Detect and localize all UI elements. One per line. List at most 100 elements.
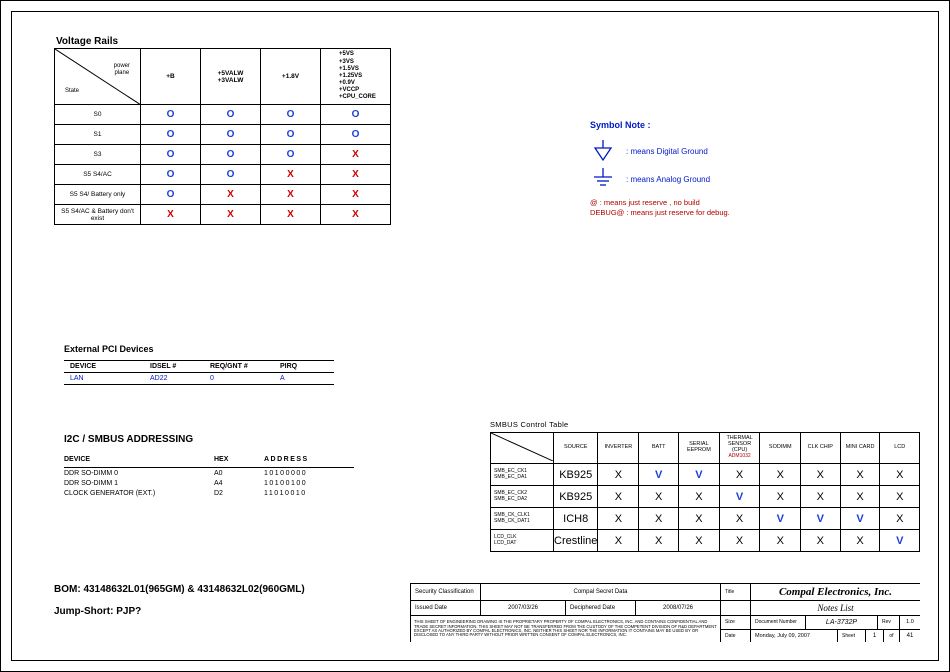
smbus-source: ICH8 bbox=[554, 508, 598, 530]
smbus-h-eeprom: SERIAL EEPROM bbox=[679, 433, 720, 464]
vr-cell: O bbox=[321, 125, 391, 145]
analog-ground-text: : means Analog Ground bbox=[626, 175, 710, 184]
smbus-row: SMB_CK_CLK1SMB_CK_DAT1ICH8XXXXVVVX bbox=[491, 508, 920, 530]
pci-h-device: DEVICE bbox=[64, 361, 144, 373]
vr-corner-cell: power plane State bbox=[55, 49, 141, 105]
smbus-cell: X bbox=[840, 464, 880, 486]
smbus-cell: X bbox=[880, 508, 920, 530]
sheet-label: Sheet bbox=[838, 630, 866, 643]
vr-row: S3OOOX bbox=[55, 145, 391, 165]
content-area: Voltage Rails power plane State +B +5VAL… bbox=[30, 30, 920, 642]
smbus-cell: X bbox=[598, 486, 639, 508]
vr-col-multi: +5VS +3VS +1.5VS +1.25VS +0.9V +VCCP +CP… bbox=[321, 49, 391, 105]
smbus-cell: X bbox=[719, 464, 760, 486]
smbus-cell: X bbox=[598, 464, 639, 486]
vr-state-label: State bbox=[65, 88, 79, 94]
date-label: Date bbox=[721, 630, 751, 643]
smbus-h-batt: BATT bbox=[639, 433, 679, 464]
smbus-cell: V bbox=[760, 508, 801, 530]
issued-label: Issued Date bbox=[411, 601, 481, 615]
sec-class-label: Security Classification bbox=[411, 584, 481, 600]
smbus-source: KB925 bbox=[554, 464, 598, 486]
analog-ground-row: : means Analog Ground bbox=[590, 168, 890, 190]
voltage-rails-title: Voltage Rails bbox=[56, 36, 118, 47]
smbus-cell: V bbox=[679, 464, 720, 486]
pci-idsel: AD22 bbox=[144, 373, 204, 385]
rev-value: 1.0 bbox=[900, 616, 920, 629]
smbus-corner bbox=[491, 433, 554, 464]
symbol-note-title: Symbol Note : bbox=[590, 120, 890, 130]
deciphered-label: Deciphered Date bbox=[566, 601, 636, 615]
i2c-cell: DDR SO-DIMM 0 bbox=[64, 468, 214, 479]
vr-cell: O bbox=[321, 105, 391, 125]
vr-cell: X bbox=[321, 205, 391, 225]
smbus-h-source: SOURCE bbox=[554, 433, 598, 464]
vr-row-label: S5 S4/AC bbox=[55, 165, 141, 185]
i2c-cell: 10100000 bbox=[264, 468, 354, 479]
vr-row: S1OOOO bbox=[55, 125, 391, 145]
vr-cell: O bbox=[201, 165, 261, 185]
pci-row: LAN AD22 0 A bbox=[64, 373, 334, 385]
smbus-cell: X bbox=[880, 464, 920, 486]
symbol-note-box: Symbol Note : : means Digital Ground bbox=[590, 120, 890, 218]
reserve-note: @ : means just reserve , no build bbox=[590, 198, 890, 208]
pci-h-reqgnt: REQ/GNT # bbox=[204, 361, 274, 373]
vr-cell: O bbox=[141, 165, 201, 185]
voltage-rails-table: power plane State +B +5VALW +3VALW +1.8V… bbox=[54, 48, 391, 225]
smbus-cell: X bbox=[840, 486, 880, 508]
smbus-table: SOURCE INVERTER BATT SERIAL EEPROM THERM… bbox=[490, 432, 920, 552]
vr-cell: O bbox=[261, 145, 321, 165]
vr-cell: O bbox=[201, 105, 261, 125]
smbus-h-minicard: MINI CARD bbox=[840, 433, 880, 464]
i2c-row: DDR SO-DIMM 0A010100000 bbox=[64, 468, 354, 479]
fine-print: THIS SHEET OF ENGINEERING DRAWING IS THE… bbox=[411, 616, 721, 642]
pci-h-idsel: IDSEL # bbox=[144, 361, 204, 373]
company-name: Compal Electronics, Inc. bbox=[751, 584, 920, 600]
docnum-value: LA-3732P bbox=[806, 616, 878, 629]
i2c-h-hex: HEX bbox=[214, 454, 264, 468]
smbus-cell: X bbox=[639, 486, 679, 508]
pci-h-pirq: PIRQ bbox=[274, 361, 334, 373]
smbus-cell: X bbox=[800, 464, 840, 486]
vr-cell: O bbox=[261, 125, 321, 145]
vr-row-label: S1 bbox=[55, 125, 141, 145]
smbus-cell: V bbox=[800, 508, 840, 530]
vr-power-label: power plane bbox=[114, 63, 130, 76]
vr-row-label: S5 S4/ Battery only bbox=[55, 185, 141, 205]
smbus-row-label: LCD_CLKLCD_DAT bbox=[491, 530, 554, 552]
smbus-source: KB925 bbox=[554, 486, 598, 508]
i2c-row: CLOCK GENERATOR (EXT.)D211010010 bbox=[64, 488, 354, 498]
vr-cell: X bbox=[261, 165, 321, 185]
date-value: Monday, July 09, 2007 bbox=[751, 630, 838, 643]
smbus-cell: V bbox=[840, 508, 880, 530]
vr-col-1p8: +1.8V bbox=[261, 49, 321, 105]
i2c-title: I2C / SMBUS ADDRESSING bbox=[64, 434, 193, 445]
vr-col-valw: +5VALW +3VALW bbox=[201, 49, 261, 105]
notes-title: Notes List bbox=[751, 601, 920, 615]
sheet-cur: 1 bbox=[866, 630, 884, 643]
i2c-table: DEVICE HEX ADDRESS DDR SO-DIMM 0A0101000… bbox=[64, 454, 354, 498]
i2c-h-device: DEVICE bbox=[64, 454, 214, 468]
pci-reqgnt: 0 bbox=[204, 373, 274, 385]
digital-ground-text: : means Digital Ground bbox=[626, 147, 708, 156]
smbus-source: Crestline bbox=[554, 530, 598, 552]
i2c-cell: A4 bbox=[214, 478, 264, 488]
vr-cell: X bbox=[141, 205, 201, 225]
i2c-h-address: ADDRESS bbox=[264, 454, 354, 468]
smbus-cell: X bbox=[800, 486, 840, 508]
debug-note: DEBUG@ : means just reserve for debug. bbox=[590, 208, 890, 218]
smbus-h-inverter: INVERTER bbox=[598, 433, 639, 464]
i2c-row: DDR SO-DIMM 1A410100100 bbox=[64, 478, 354, 488]
vr-cell: X bbox=[201, 185, 261, 205]
bom-line: BOM: 43148632L01(965GM) & 43148632L02(96… bbox=[54, 584, 305, 595]
smbus-row: SMB_EC_CK2SMB_EC_DA2KB925XXXVXXXX bbox=[491, 486, 920, 508]
vr-cell: X bbox=[261, 205, 321, 225]
sec-class-value: Compal Secret Data bbox=[481, 584, 721, 600]
digital-ground-icon bbox=[590, 140, 616, 162]
docnum-label: Document Number bbox=[751, 616, 806, 629]
vr-cell: X bbox=[321, 165, 391, 185]
rev-label: Rev bbox=[878, 616, 900, 629]
i2c-cell: DDR SO-DIMM 1 bbox=[64, 478, 214, 488]
smbus-cell: X bbox=[719, 530, 760, 552]
smbus-cell: X bbox=[598, 508, 639, 530]
